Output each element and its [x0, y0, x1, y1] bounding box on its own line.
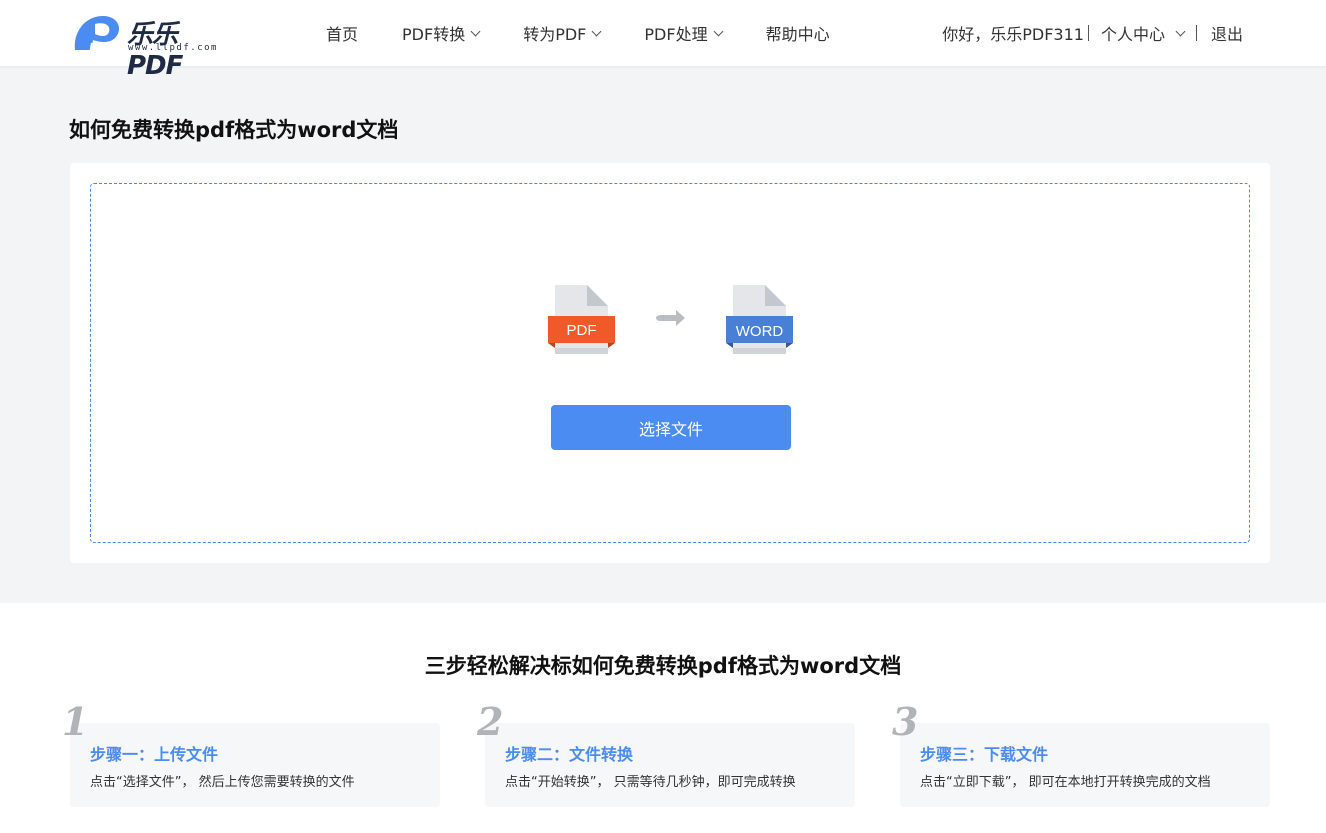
step-title: 步骤二：文件转换 — [505, 745, 634, 764]
nav-pdf-convert[interactable]: PDF转换 — [402, 21, 481, 45]
chevron-down-icon — [591, 26, 602, 36]
nav-home-label: 首页 — [326, 25, 359, 44]
step-desc: 点击“开始转换”， 只需等待几秒钟，即可完成转换 — [505, 775, 796, 790]
upload-dropzone[interactable]: PDF WORD 选择文件 — [90, 183, 1250, 543]
word-badge-label: WORD — [736, 323, 784, 340]
pdf-file-icon: PDF — [548, 285, 615, 354]
divider — [1087, 25, 1089, 41]
nav-pdf-process[interactable]: PDF处理 — [644, 21, 724, 45]
step-card: 3 步骤三：下载文件 点击“立即下载”， 即可在本地打开转换完成的文档 — [892, 703, 1270, 807]
step-card: 2 步骤二：文件转换 点击“开始转换”， 只需等待几秒钟，即可完成转换 — [477, 703, 855, 807]
nav-home[interactable]: 首页 — [326, 21, 358, 45]
chevron-down-icon — [713, 26, 724, 36]
word-file-icon: WORD — [726, 285, 793, 354]
user-greeting: 你好，乐乐PDF311 — [942, 25, 1084, 44]
nav-to-pdf-label: 转为PDF — [523, 25, 587, 44]
top-header: DF 乐乐PDF www.llpdf.com 首页 PDF转换 转为PDF PD… — [0, 0, 1326, 81]
select-file-button[interactable]: 选择文件 — [551, 405, 791, 450]
upload-card: PDF WORD 选择文件 — [70, 163, 1270, 563]
logout-link[interactable]: 退出 — [1211, 21, 1243, 45]
steps-title: 三步轻松解决标如何免费转换pdf格式为word文档 — [424, 654, 902, 678]
pdf-badge-label: PDF — [567, 322, 597, 339]
llpdf-logo-icon: DF — [74, 16, 119, 54]
nav-to-pdf[interactable]: 转为PDF — [523, 21, 602, 45]
nav-pdf-process-label: PDF处理 — [644, 25, 708, 44]
step-desc: 点击“选择文件”， 然后上传您需要转换的文件 — [90, 775, 355, 790]
chevron-down-icon[interactable] — [1175, 26, 1186, 36]
nav-pdf-convert-label: PDF转换 — [402, 25, 466, 44]
nav-help-label: 帮助中心 — [765, 25, 830, 44]
step-number: 3 — [892, 699, 919, 744]
chevron-down-icon — [470, 26, 481, 36]
main-nav: 首页 PDF转换 转为PDF PDF处理 帮助中心 — [326, 20, 874, 46]
step-title: 步骤一：上传文件 — [90, 745, 219, 764]
logo-sub: www.llpdf.com — [128, 43, 218, 53]
logo[interactable]: DF 乐乐PDF www.llpdf.com — [69, 12, 229, 81]
step-title: 步骤三：下载文件 — [920, 745, 1049, 764]
nav-help[interactable]: 帮助中心 — [766, 21, 830, 45]
svg-text:DF: DF — [89, 41, 108, 54]
page-title: 如何免费转换pdf格式为word文档 — [69, 118, 399, 142]
step-card: 1 步骤一：上传文件 点击“选择文件”， 然后上传您需要转换的文件 — [62, 703, 440, 807]
divider — [1195, 25, 1197, 41]
user-center-link[interactable]: 个人中心 — [1101, 21, 1165, 45]
step-number: 1 — [62, 699, 89, 744]
arrow-right-icon — [656, 310, 685, 326]
step-desc: 点击“立即下载”， 即可在本地打开转换完成的文档 — [920, 775, 1211, 790]
step-number: 2 — [477, 699, 504, 744]
user-area: 你好，乐乐PDF311 个人中心 退出 — [942, 20, 1243, 46]
